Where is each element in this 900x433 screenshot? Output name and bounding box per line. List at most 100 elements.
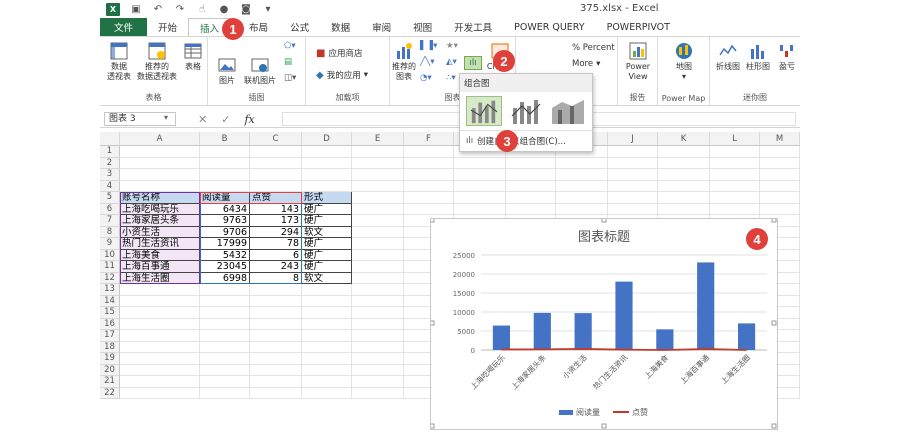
grid-cell[interactable] — [658, 192, 710, 204]
grid-cell[interactable] — [658, 146, 710, 158]
table-data-cell[interactable]: 6998 — [200, 272, 250, 284]
save-icon[interactable]: ▣ — [130, 4, 142, 15]
grid-cell[interactable] — [250, 169, 302, 181]
table-header-cell[interactable]: 阅读量 — [200, 192, 250, 204]
grid-cell[interactable] — [200, 146, 250, 158]
column-header-A[interactable]: A — [120, 132, 200, 146]
grid-cell[interactable] — [352, 192, 404, 204]
winloss-sparkline-button[interactable]: 盈亏 — [774, 41, 800, 72]
pie-chart-button[interactable]: ◔▾ — [420, 73, 432, 83]
grid-cell[interactable] — [250, 284, 302, 296]
grid-cell[interactable] — [760, 180, 800, 192]
insert-function-icon[interactable]: fx — [244, 113, 254, 126]
line-sparkline-button[interactable]: 折线图 — [714, 41, 742, 72]
grid-cell[interactable] — [352, 330, 404, 342]
table-data-cell[interactable]: 243 — [250, 261, 302, 273]
grid-cell[interactable] — [352, 341, 404, 353]
table-header-cell[interactable]: 点赞 — [250, 192, 302, 204]
table-header-cell[interactable]: 形式 — [302, 192, 352, 204]
grid-cell[interactable] — [556, 157, 608, 169]
grid-cell[interactable] — [506, 180, 556, 192]
grid-cell[interactable] — [120, 387, 200, 399]
grid-cell[interactable] — [404, 192, 454, 204]
confirm-icon[interactable]: ✓ — [221, 113, 230, 126]
grid-cell[interactable] — [302, 307, 352, 319]
grid-cell[interactable] — [250, 341, 302, 353]
table-data-cell[interactable]: 9706 — [200, 226, 250, 238]
row-header-10[interactable]: 10 — [100, 249, 120, 261]
grid-cell[interactable] — [710, 203, 760, 215]
grid-cell[interactable] — [250, 307, 302, 319]
grid-cell[interactable] — [120, 284, 200, 296]
table-data-cell[interactable]: 23045 — [200, 261, 250, 273]
grid-cell[interactable] — [658, 180, 710, 192]
grid-cell[interactable] — [302, 387, 352, 399]
recommended-pivot-button[interactable]: 推荐的 数据透视表 — [136, 41, 178, 82]
row-header-14[interactable]: 14 — [100, 295, 120, 307]
grid-cell[interactable] — [760, 146, 800, 158]
grid-cell[interactable] — [506, 203, 556, 215]
camera-icon[interactable]: ◙ — [240, 4, 252, 15]
area-chart-button[interactable]: ◭▾ — [446, 57, 457, 67]
table-data-cell[interactable]: 上海百事通 — [120, 261, 200, 273]
column-sparkline-button[interactable]: 柱形图 — [744, 41, 772, 72]
grid-cell[interactable] — [352, 364, 404, 376]
grid-cell[interactable] — [658, 203, 710, 215]
table-data-cell[interactable]: 软文 — [302, 226, 352, 238]
table-data-cell[interactable]: 8 — [250, 272, 302, 284]
my-apps-button[interactable]: ◆ 我的应用 ▾ — [316, 69, 368, 82]
grid-cell[interactable] — [404, 203, 454, 215]
cancel-icon[interactable]: ✕ — [198, 113, 207, 126]
grid-cell[interactable] — [710, 157, 760, 169]
grid-cell[interactable] — [506, 192, 556, 204]
grid-cell[interactable] — [250, 146, 302, 158]
grid-cell[interactable] — [352, 284, 404, 296]
clustered-column-line-option[interactable] — [466, 96, 502, 126]
tab-power-query[interactable]: POWER QUERY — [503, 18, 595, 36]
grid-cell[interactable] — [352, 203, 404, 215]
grid-cell[interactable] — [120, 157, 200, 169]
store-button[interactable]: ■ 应用商店 — [316, 47, 362, 60]
grid-cell[interactable] — [454, 180, 506, 192]
grid-cell[interactable] — [352, 238, 404, 250]
grid-cell[interactable] — [120, 180, 200, 192]
grid-cell[interactable] — [506, 157, 556, 169]
table-data-cell[interactable]: 小资生活 — [120, 226, 200, 238]
grid-cell[interactable] — [352, 307, 404, 319]
row-header-20[interactable]: 20 — [100, 364, 120, 376]
row-header-9[interactable]: 9 — [100, 238, 120, 250]
table-data-cell[interactable]: 热门生活资讯 — [120, 238, 200, 250]
grid-cell[interactable] — [200, 169, 250, 181]
grid-cell[interactable] — [608, 146, 658, 158]
grid-cell[interactable] — [760, 192, 800, 204]
table-data-cell[interactable]: 上海生活圈 — [120, 272, 200, 284]
customize-qat-icon[interactable]: ▾ — [262, 4, 274, 15]
row-header-5[interactable]: 5 — [100, 192, 120, 204]
grid-cell[interactable] — [200, 318, 250, 330]
table-data-cell[interactable]: 硬广 — [302, 261, 352, 273]
table-data-cell[interactable]: 硬广 — [302, 215, 352, 227]
table-data-cell[interactable]: 143 — [250, 203, 302, 215]
grid-cell[interactable] — [120, 146, 200, 158]
combo-chart-button[interactable]: ılı — [464, 56, 482, 70]
grid-cell[interactable] — [200, 284, 250, 296]
row-header-12[interactable]: 12 — [100, 272, 120, 284]
grid-cell[interactable] — [658, 169, 710, 181]
row-header-7[interactable]: 7 — [100, 215, 120, 227]
grid-cell[interactable] — [352, 387, 404, 399]
grid-cell[interactable] — [710, 192, 760, 204]
grid-cell[interactable] — [250, 157, 302, 169]
grid-cell[interactable] — [120, 364, 200, 376]
grid-cell[interactable] — [556, 203, 608, 215]
row-header-11[interactable]: 11 — [100, 261, 120, 273]
table-data-cell[interactable]: 上海家居头条 — [120, 215, 200, 227]
grid-cell[interactable] — [250, 364, 302, 376]
column-header-F[interactable]: F — [404, 132, 454, 146]
redo-icon[interactable]: ↷ — [174, 4, 186, 15]
tab-developer[interactable]: 开发工具 — [443, 18, 503, 36]
column-header-K[interactable]: K — [658, 132, 710, 146]
grid-cell[interactable] — [250, 295, 302, 307]
record-icon[interactable]: ● — [218, 4, 230, 15]
grid-cell[interactable] — [404, 146, 454, 158]
grid-cell[interactable] — [404, 157, 454, 169]
